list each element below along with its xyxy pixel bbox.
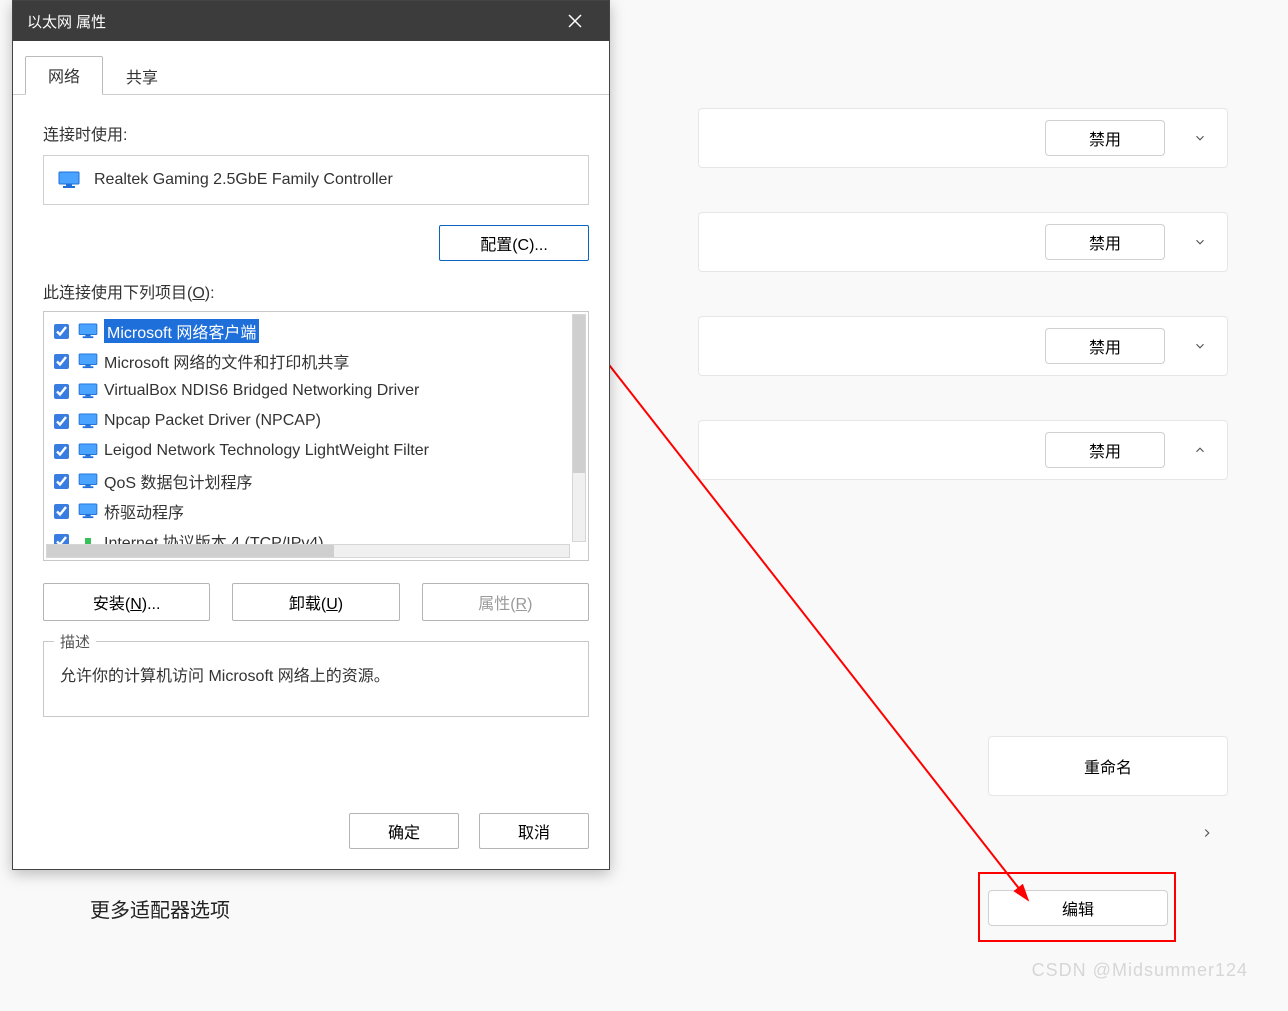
item-checkbox[interactable] xyxy=(54,324,69,339)
horizontal-scrollbar[interactable] xyxy=(46,544,570,558)
disable-button-3[interactable]: 禁用 xyxy=(1045,328,1165,364)
list-item[interactable]: Npcap Packet Driver (NPCAP) xyxy=(50,406,586,436)
chevron-up-icon[interactable] xyxy=(1193,443,1207,457)
network-client-icon xyxy=(78,413,98,429)
adapter-card-2[interactable]: 禁用 xyxy=(698,212,1228,272)
item-label: Microsoft 网络的文件和打印机共享 xyxy=(104,349,349,373)
dialog-title: 以太网 属性 xyxy=(27,11,106,32)
network-client-icon xyxy=(78,443,98,459)
network-adapter-icon xyxy=(58,171,80,189)
item-checkbox[interactable] xyxy=(54,354,69,369)
install-button[interactable]: 安装(N)... xyxy=(43,583,210,621)
item-checkbox[interactable] xyxy=(54,414,69,429)
vertical-scrollbar[interactable] xyxy=(572,314,586,542)
list-item[interactable]: Leigod Network Technology LightWeight Fi… xyxy=(50,436,586,466)
adapter-name: Realtek Gaming 2.5GbE Family Controller xyxy=(94,171,393,189)
item-checkbox[interactable] xyxy=(54,474,69,489)
connection-uses-label: 此连接使用下列项目(O): xyxy=(43,279,589,303)
item-label: Microsoft 网络客户端 xyxy=(104,319,259,343)
item-label: Npcap Packet Driver (NPCAP) xyxy=(104,412,321,430)
network-client-icon xyxy=(78,323,98,339)
rename-button[interactable]: 重命名 xyxy=(1018,748,1198,784)
edit-button[interactable]: 编辑 xyxy=(988,890,1168,926)
chevron-down-icon[interactable] xyxy=(1193,339,1207,353)
configure-button[interactable]: 配置(C)... xyxy=(439,225,589,261)
item-checkbox[interactable] xyxy=(54,384,69,399)
description-group: 描述 允许你的计算机访问 Microsoft 网络上的资源。 xyxy=(43,641,589,717)
network-client-icon xyxy=(78,353,98,369)
uninstall-button[interactable]: 卸载(U) xyxy=(232,583,399,621)
dialog-body: 连接时使用: Realtek Gaming 2.5GbE Family Cont… xyxy=(13,95,609,717)
connect-using-label: 连接时使用: xyxy=(43,121,589,145)
item-label: Leigod Network Technology LightWeight Fi… xyxy=(104,442,429,460)
list-item[interactable]: Microsoft 网络的文件和打印机共享 xyxy=(50,346,586,376)
adapter-field[interactable]: Realtek Gaming 2.5GbE Family Controller xyxy=(43,155,589,205)
scrollbar-thumb[interactable] xyxy=(573,315,585,473)
list-item[interactable]: Microsoft 网络客户端 xyxy=(50,316,586,346)
list-item[interactable]: VirtualBox NDIS6 Bridged Networking Driv… xyxy=(50,376,586,406)
dialog-titlebar[interactable]: 以太网 属性 xyxy=(13,1,609,41)
network-items-listbox[interactable]: Microsoft 网络客户端 Microsoft 网络的文件和打印机共享 Virt… xyxy=(43,311,589,561)
ethernet-properties-dialog: 以太网 属性 网络 共享 连接时使用: Realtek Gaming 2.5Gb… xyxy=(12,0,610,870)
item-label: VirtualBox NDIS6 Bridged Networking Driv… xyxy=(104,382,419,400)
description-legend: 描述 xyxy=(54,631,96,652)
adapter-card-1[interactable]: 禁用 xyxy=(698,108,1228,168)
disable-button-1[interactable]: 禁用 xyxy=(1045,120,1165,156)
watermark: CSDN @Midsummer124 xyxy=(1032,960,1248,981)
properties-button[interactable]: 属性(R) xyxy=(422,583,589,621)
chevron-right-icon[interactable] xyxy=(1200,826,1214,840)
tab-sharing[interactable]: 共享 xyxy=(103,57,181,95)
adapter-card-4[interactable]: 禁用 xyxy=(698,420,1228,480)
scrollbar-thumb[interactable] xyxy=(47,545,334,557)
network-client-icon xyxy=(78,473,98,489)
disable-button-2[interactable]: 禁用 xyxy=(1045,224,1165,260)
edit-card[interactable]: 编辑 xyxy=(988,878,1228,938)
item-checkbox[interactable] xyxy=(54,444,69,459)
item-checkbox[interactable] xyxy=(54,504,69,519)
rename-card[interactable]: 重命名 xyxy=(988,736,1228,796)
disable-label: 禁用 xyxy=(1089,126,1121,150)
more-adapters-label: 更多适配器选项 xyxy=(90,894,230,923)
chevron-down-icon[interactable] xyxy=(1193,235,1207,249)
network-client-icon xyxy=(78,503,98,519)
list-item[interactable]: 桥驱动程序 xyxy=(50,496,586,526)
ok-button[interactable]: 确定 xyxy=(349,813,459,849)
list-action-buttons: 安装(N)... 卸载(U) 属性(R) xyxy=(43,583,589,621)
item-label: QoS 数据包计划程序 xyxy=(104,469,252,493)
list-item[interactable]: QoS 数据包计划程序 xyxy=(50,466,586,496)
adapter-card-3[interactable]: 禁用 xyxy=(698,316,1228,376)
description-text: 允许你的计算机访问 Microsoft 网络上的资源。 xyxy=(60,662,572,686)
dialog-footer: 确定 取消 xyxy=(349,813,589,849)
close-icon[interactable] xyxy=(555,1,595,41)
chevron-down-icon[interactable] xyxy=(1193,131,1207,145)
dialog-tabstrip: 网络 共享 xyxy=(13,53,609,95)
cancel-button[interactable]: 取消 xyxy=(479,813,589,849)
item-label: 桥驱动程序 xyxy=(104,499,184,523)
disable-button-4[interactable]: 禁用 xyxy=(1045,432,1165,468)
network-client-icon xyxy=(78,383,98,399)
tab-network[interactable]: 网络 xyxy=(25,56,103,95)
